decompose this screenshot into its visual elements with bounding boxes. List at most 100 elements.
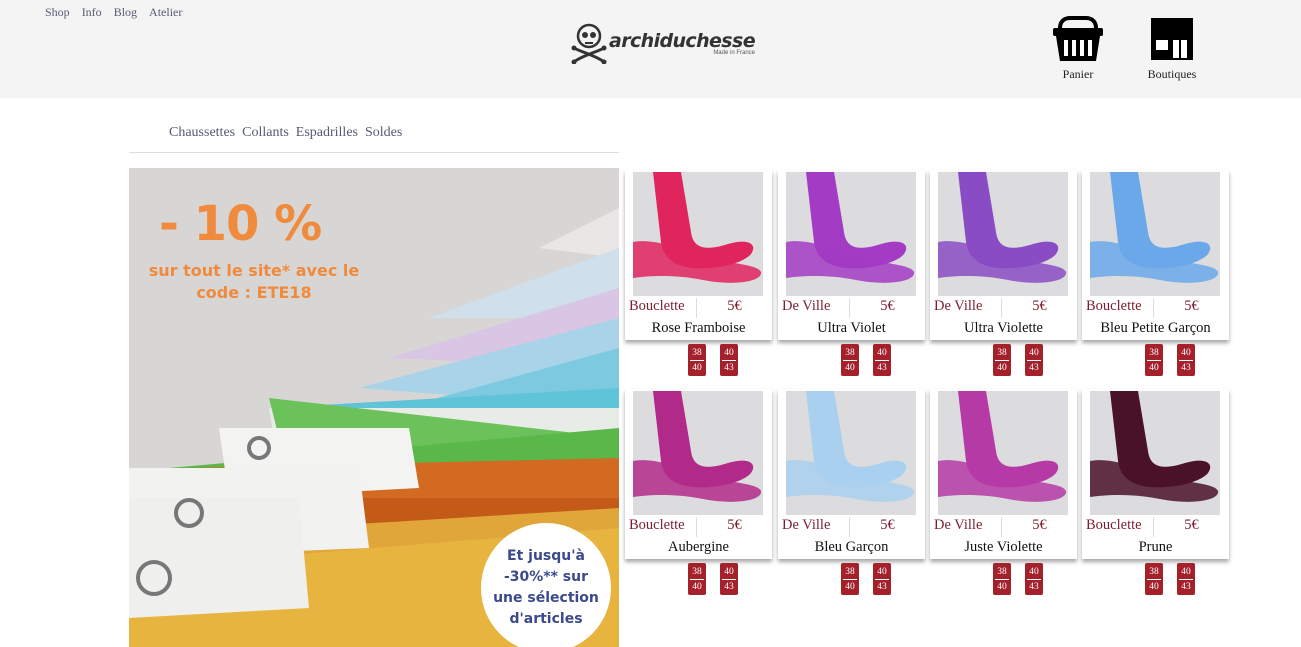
product-tile: Bouclette 5€ Aubergine 38 40 40 43: [625, 389, 772, 595]
product-photo[interactable]: [1090, 172, 1220, 296]
size-badge[interactable]: 40 43: [1177, 563, 1195, 595]
size-max: 40: [1149, 582, 1159, 592]
size-min: 40: [1027, 346, 1041, 361]
product-name[interactable]: Prune: [1082, 539, 1229, 556]
category-nav: Chaussettes Collants Espadrilles Soldes: [129, 123, 619, 153]
size-options: 38 40 40 43: [841, 344, 891, 376]
size-badge[interactable]: 40 43: [1025, 563, 1043, 595]
product-meta: De Ville 5€: [778, 517, 925, 537]
cart-button[interactable]: Panier: [1052, 16, 1104, 82]
size-max: 43: [1029, 582, 1039, 592]
product-family: Bouclette: [625, 517, 697, 537]
logo-wordmark: archiduchesse: [609, 30, 756, 52]
nav-link-info[interactable]: Info: [82, 5, 102, 20]
product-card[interactable]: Bouclette 5€ Bleu Petite Garçon: [1082, 170, 1229, 340]
size-badge[interactable]: 38 40: [1145, 344, 1163, 376]
size-badge[interactable]: 38 40: [1145, 563, 1163, 595]
size-max: 40: [845, 582, 855, 592]
size-badge[interactable]: 38 40: [841, 344, 859, 376]
product-family: Bouclette: [1082, 298, 1154, 318]
product-card[interactable]: De Ville 5€ Ultra Violette: [930, 170, 1077, 340]
size-max: 43: [1029, 363, 1039, 373]
size-badge[interactable]: 40 43: [720, 344, 738, 376]
cart-label: Panier: [1062, 67, 1094, 81]
product-name[interactable]: Bleu Garçon: [778, 539, 925, 556]
promo-circle: Et jusqu'à -30%** sur une sélection d'ar…: [481, 523, 611, 647]
size-max: 40: [997, 363, 1007, 373]
size-options: 38 40 40 43: [1145, 344, 1195, 376]
promo-circle-line-2: -30%** sur: [503, 569, 589, 585]
product-name[interactable]: Rose Framboise: [625, 320, 772, 337]
product-meta: De Ville 5€: [930, 298, 1077, 318]
size-options: 38 40 40 43: [993, 563, 1043, 595]
size-badge[interactable]: 40 43: [1025, 344, 1043, 376]
product-name[interactable]: Ultra Violette: [930, 320, 1077, 337]
skull-logo-icon: [571, 23, 607, 64]
size-badge[interactable]: 38 40: [993, 563, 1011, 595]
product-card[interactable]: De Ville 5€ Bleu Garçon: [778, 389, 925, 559]
size-badge[interactable]: 40 43: [873, 563, 891, 595]
stores-button[interactable]: Boutiques: [1140, 16, 1204, 82]
nav-link-atelier[interactable]: Atelier: [149, 5, 182, 20]
size-max: 40: [692, 582, 702, 592]
basket-icon: [1053, 16, 1103, 61]
category-link-espadrilles[interactable]: Espadrilles: [296, 125, 358, 140]
promo-code-line: code : ETE18: [196, 283, 312, 302]
product-photo[interactable]: [938, 172, 1068, 296]
category-link-chaussettes[interactable]: Chaussettes: [169, 125, 235, 140]
stores-label: Boutiques: [1147, 67, 1197, 81]
product-price: 5€: [880, 517, 895, 533]
site-logo[interactable]: archiduchesse Made in France: [571, 22, 756, 64]
product-card[interactable]: De Ville 5€ Ultra Violet: [778, 170, 925, 340]
product-card[interactable]: Bouclette 5€ Aubergine: [625, 389, 772, 559]
promo-circle-line-1: Et jusqu'à: [507, 548, 585, 564]
category-link-soldes[interactable]: Soldes: [365, 125, 402, 140]
promo-banner[interactable]: - 10 % sur tout le site* avec le code : …: [129, 168, 619, 647]
category-link-collants[interactable]: Collants: [242, 125, 289, 140]
product-price: 5€: [727, 298, 742, 314]
product-photo[interactable]: [786, 391, 916, 515]
product-family: Bouclette: [625, 298, 697, 318]
size-min: 38: [690, 346, 704, 361]
nav-link-blog[interactable]: Blog: [114, 5, 137, 20]
size-min: 40: [875, 346, 889, 361]
product-name[interactable]: Juste Violette: [930, 539, 1077, 556]
product-card[interactable]: De Ville 5€ Juste Violette: [930, 389, 1077, 559]
size-badge[interactable]: 40 43: [720, 563, 738, 595]
product-tile: De Ville 5€ Ultra Violette 38 40 40 43: [930, 170, 1077, 376]
size-badge[interactable]: 40 43: [1177, 344, 1195, 376]
size-min: 40: [875, 565, 889, 580]
size-min: 40: [1179, 346, 1193, 361]
size-max: 43: [724, 582, 734, 592]
product-name[interactable]: Ultra Violet: [778, 320, 925, 337]
size-options: 38 40 40 43: [993, 344, 1043, 376]
product-card[interactable]: Bouclette 5€ Prune: [1082, 389, 1229, 559]
size-min: 38: [995, 346, 1009, 361]
size-badge[interactable]: 38 40: [688, 344, 706, 376]
product-photo[interactable]: [633, 391, 763, 515]
size-max: 40: [845, 363, 855, 373]
size-min: 40: [722, 565, 736, 580]
product-name[interactable]: Bleu Petite Garçon: [1082, 320, 1229, 337]
product-name[interactable]: Aubergine: [625, 539, 772, 556]
product-card[interactable]: Bouclette 5€ Rose Framboise: [625, 170, 772, 340]
size-max: 43: [724, 363, 734, 373]
product-family: Bouclette: [1082, 517, 1154, 537]
product-photo[interactable]: [786, 172, 916, 296]
size-badge[interactable]: 40 43: [873, 344, 891, 376]
size-min: 38: [690, 565, 704, 580]
nav-link-shop[interactable]: Shop: [45, 5, 70, 20]
storefront-icon: [1151, 18, 1193, 60]
product-meta: De Ville 5€: [930, 517, 1077, 537]
size-max: 43: [1181, 363, 1191, 373]
product-price: 5€: [1032, 298, 1047, 314]
size-min: 38: [843, 346, 857, 361]
size-badge[interactable]: 38 40: [841, 563, 859, 595]
product-photo[interactable]: [938, 391, 1068, 515]
top-header: Shop Info Blog Atelier archiduchesse Mad…: [0, 0, 1301, 98]
size-min: 40: [1179, 565, 1193, 580]
product-photo[interactable]: [1090, 391, 1220, 515]
size-badge[interactable]: 38 40: [688, 563, 706, 595]
product-photo[interactable]: [633, 172, 763, 296]
size-badge[interactable]: 38 40: [993, 344, 1011, 376]
